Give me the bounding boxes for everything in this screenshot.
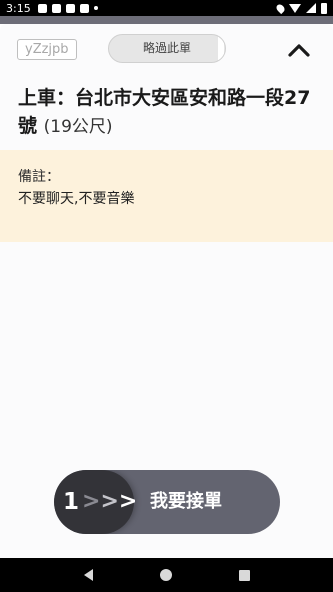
pickup-prefix: 上車：	[18, 87, 76, 109]
settings-notification-icon	[65, 3, 75, 13]
battery-icon	[321, 2, 327, 14]
car-notification-icon	[51, 3, 61, 13]
chevron-right-icon: >	[118, 489, 138, 514]
pickup-distance: (19公尺)	[43, 117, 113, 137]
status-bar: 3:15	[0, 0, 333, 16]
chevron-up-icon	[288, 44, 310, 57]
skip-order-label: 略過此單	[142, 41, 191, 55]
wifi-icon	[289, 3, 301, 13]
order-code-badge: yZzjpb	[17, 39, 77, 60]
slide-arrows-icon: > > >	[82, 491, 137, 513]
collapse-button[interactable]	[284, 40, 314, 60]
status-bar-left: 3:15	[6, 2, 98, 15]
notification-icon	[37, 3, 47, 13]
more-notifications-icon	[93, 6, 98, 10]
back-triangle-icon[interactable]	[83, 569, 93, 581]
status-bar-right	[274, 2, 327, 14]
skip-order-toggle[interactable]: 略過此單	[108, 34, 226, 63]
pickup-address: 上車：台北市大安區安和路一段27號 (19公尺)	[18, 84, 318, 141]
overlay-strip	[0, 16, 333, 24]
notes-title: 備註：	[18, 169, 60, 185]
chevron-right-icon: >	[82, 489, 101, 514]
shield-notification-icon	[79, 3, 89, 13]
signal-icon	[306, 3, 316, 13]
slider-knob[interactable]: 1 > > >	[54, 470, 137, 534]
status-time: 3:15	[6, 1, 31, 15]
location-icon	[274, 2, 287, 14]
slider-step-number: 1	[63, 489, 80, 515]
accept-order-label: 我要接單	[150, 491, 222, 512]
chevron-right-icon: >	[100, 489, 119, 514]
accept-order-slider[interactable]: 1 > > > 我要接單	[54, 470, 280, 534]
notes-text: 不要聊天,不要音樂	[18, 191, 135, 207]
system-nav-bar	[0, 558, 333, 592]
home-circle-icon[interactable]	[159, 569, 172, 581]
skip-toggle-knob	[218, 36, 224, 61]
order-header: yZzjpb 略過此單	[0, 24, 333, 74]
notes-box: 備註： 不要聊天,不要音樂	[0, 150, 333, 242]
recents-square-icon[interactable]	[238, 569, 250, 581]
